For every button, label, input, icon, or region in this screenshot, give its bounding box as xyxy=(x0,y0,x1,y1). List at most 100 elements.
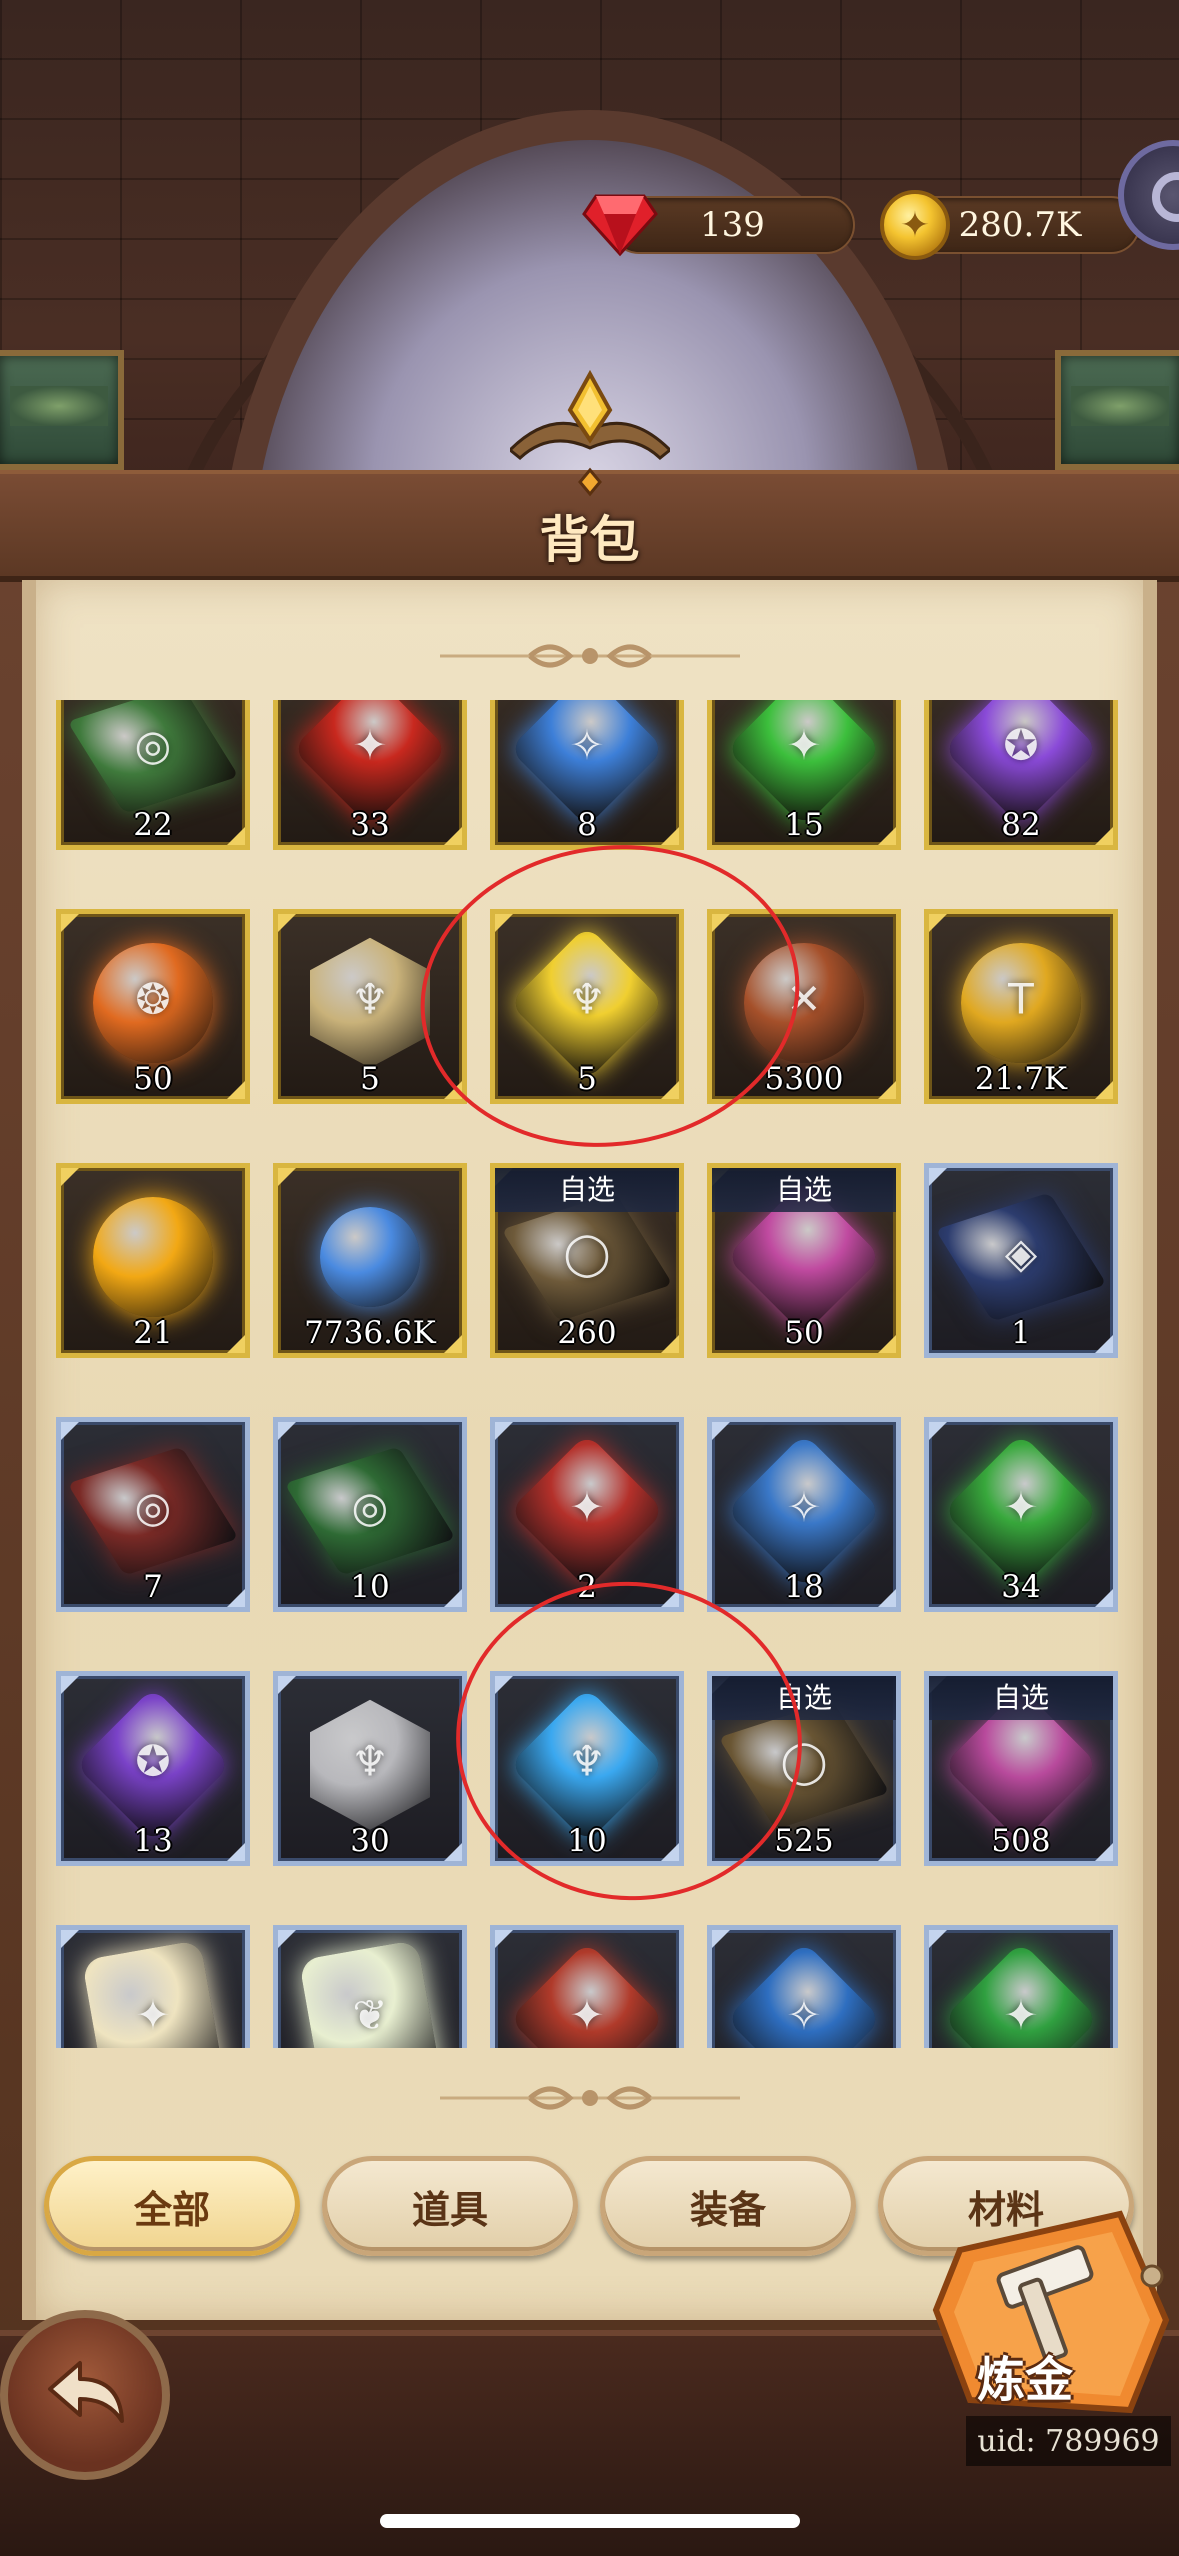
item-emblem-icon: ✧ xyxy=(786,1482,822,1532)
item-emblem-icon: ◎ xyxy=(351,1482,389,1532)
item-quantity: 33 xyxy=(350,807,390,843)
item-quantity: 8 xyxy=(577,807,597,843)
item-emblem-icon: ✦ xyxy=(135,1990,171,2040)
item-emblem-icon: ❂ xyxy=(135,974,171,1024)
tab-equipment[interactable]: 装备 xyxy=(600,2156,856,2256)
home-indicator[interactable] xyxy=(380,2514,800,2528)
bottom-scroll-ornament-icon xyxy=(440,2086,740,2110)
item-emblem-icon: ♆ xyxy=(568,1736,606,1786)
page-title: 背包 xyxy=(539,511,640,569)
item-emblem-icon: T xyxy=(1008,974,1034,1024)
item-quantity: 10 xyxy=(350,1569,390,1605)
inventory-slot[interactable]: 21 xyxy=(56,1163,250,1358)
inventory-slot[interactable]: ✧ 8 xyxy=(490,700,684,850)
item-quantity: 508 xyxy=(991,1823,1051,1859)
item-emblem-icon: ◎ xyxy=(134,720,172,770)
inventory-slot[interactable]: ✪ 82 xyxy=(924,700,1118,850)
inventory-slot[interactable]: ♆ 5 xyxy=(490,909,684,1104)
inventory-slot[interactable]: ♆ 30 xyxy=(273,1671,467,1866)
item-emblem-icon: ✧ xyxy=(786,1990,822,2040)
item-emblem-icon: ✪ xyxy=(1003,720,1039,770)
item-quantity: 7736.6K xyxy=(304,1315,436,1351)
item-emblem-icon: ✦ xyxy=(569,1482,605,1532)
inventory-slot[interactable]: ✕ 5300 xyxy=(707,909,901,1104)
item-quantity: 5 xyxy=(360,1061,380,1097)
back-arrow-icon xyxy=(48,2361,124,2423)
menu-ring-icon xyxy=(1152,172,1179,222)
inventory-slot[interactable]: ❦ xyxy=(273,1925,467,2048)
crest-ornament-icon xyxy=(510,370,670,497)
item-quantity: 5300 xyxy=(764,1061,844,1097)
item-quantity: 15 xyxy=(784,807,824,843)
inventory-slot[interactable]: ✦ 33 xyxy=(273,700,467,850)
inventory-slot[interactable]: 自选 508 xyxy=(924,1671,1118,1866)
item-emblem-icon: ◎ xyxy=(134,1482,172,1532)
gold-coin-icon: ✦ xyxy=(880,190,950,260)
inventory-slot[interactable]: ✦ 15 xyxy=(707,700,901,850)
item-quantity: 22 xyxy=(133,807,173,843)
potion-icon xyxy=(320,1206,420,1307)
inventory-slot[interactable]: ♆ 10 xyxy=(490,1671,684,1866)
item-emblem-icon: ◯ xyxy=(563,1228,611,1278)
item-emblem-icon: ✪ xyxy=(135,1736,171,1786)
item-quantity: 21.7K xyxy=(974,1061,1068,1097)
item-emblem-icon: ♆ xyxy=(568,974,606,1024)
top-scroll-ornament-icon xyxy=(440,644,740,668)
left-pillar-decoration xyxy=(0,350,124,470)
item-quantity: 7 xyxy=(143,1569,163,1605)
inventory-slot[interactable]: ✦ xyxy=(56,1925,250,2048)
item-quantity: 82 xyxy=(1001,807,1041,843)
gold-nugget-icon xyxy=(93,1196,213,1317)
item-emblem-icon: ♆ xyxy=(351,1736,389,1786)
selectable-badge: 自选 xyxy=(712,1168,896,1212)
inventory-slot[interactable]: T 21.7K xyxy=(924,909,1118,1104)
item-quantity: 1 xyxy=(1011,1315,1031,1351)
inventory-slot[interactable]: ✦ 34 xyxy=(924,1417,1118,1612)
inventory-slot[interactable]: ✦ xyxy=(924,1925,1118,2048)
item-emblem-icon: ✦ xyxy=(1003,1482,1039,1532)
item-quantity: 2 xyxy=(577,1569,597,1605)
item-emblem-icon: ✦ xyxy=(569,1990,605,2040)
item-quantity: 525 xyxy=(774,1823,834,1859)
inventory-slot[interactable]: ❂ 50 xyxy=(56,909,250,1104)
inventory-slot[interactable]: ✧ xyxy=(707,1925,901,2048)
item-quantity: 34 xyxy=(1001,1569,1041,1605)
inventory-slot[interactable]: ◎ 10 xyxy=(273,1417,467,1612)
selectable-badge: 自选 xyxy=(929,1676,1113,1720)
item-quantity: 13 xyxy=(133,1823,173,1859)
inventory-slot[interactable]: 自选 50 xyxy=(707,1163,901,1358)
right-pillar-decoration xyxy=(1055,350,1179,470)
item-quantity: 5 xyxy=(577,1061,597,1097)
inventory-slot[interactable]: ◎ 22 xyxy=(56,700,250,850)
item-emblem-icon: ❦ xyxy=(352,1990,388,2040)
item-emblem-icon: ◯ xyxy=(780,1736,828,1786)
inventory-slot[interactable]: ◎ 7 xyxy=(56,1417,250,1612)
inventory-slot[interactable]: ✪ 13 xyxy=(56,1671,250,1866)
inventory-slot[interactable]: ✦ 2 xyxy=(490,1417,684,1612)
inventory-slot[interactable]: ◯ 自选 260 xyxy=(490,1163,684,1358)
inventory-grid[interactable]: ◎ 22 ✦ 33 ✧ 8 ✦ 15 ✪ 82 ❂ 50 ♆ 5 ♆ 5 ✕ 5300 T 21.7K 21 7736.6… xyxy=(56,700,1124,2048)
item-emblem-icon: ✦ xyxy=(1003,1990,1039,2040)
item-quantity: 50 xyxy=(133,1061,173,1097)
item-emblem-icon: ◈ xyxy=(1004,1228,1038,1278)
item-quantity: 21 xyxy=(133,1315,173,1351)
inventory-slot[interactable]: ✦ xyxy=(490,1925,684,2048)
red-gem-icon xyxy=(582,194,658,257)
tab-all[interactable]: 全部 xyxy=(44,2156,300,2256)
item-quantity: 18 xyxy=(784,1569,824,1605)
inventory-slot[interactable]: ◯ 自选 525 xyxy=(707,1671,901,1866)
item-emblem-icon: ✧ xyxy=(569,720,605,770)
item-emblem-icon: ✦ xyxy=(352,720,388,770)
item-emblem-icon: ✦ xyxy=(786,720,822,770)
item-quantity: 30 xyxy=(350,1823,390,1859)
item-quantity: 50 xyxy=(784,1315,824,1351)
inventory-slot[interactable]: 7736.6K xyxy=(273,1163,467,1358)
inventory-slot[interactable]: ✧ 18 xyxy=(707,1417,901,1612)
item-emblem-icon: ♆ xyxy=(351,974,389,1024)
inventory-slot[interactable]: ◈ 1 xyxy=(924,1163,1118,1358)
selectable-badge: 自选 xyxy=(712,1676,896,1720)
tab-items[interactable]: 道具 xyxy=(322,2156,578,2256)
back-button[interactable] xyxy=(0,2310,170,2480)
alchemy-label[interactable]: 炼金 xyxy=(960,2340,1090,2410)
inventory-slot[interactable]: ♆ 5 xyxy=(273,909,467,1104)
